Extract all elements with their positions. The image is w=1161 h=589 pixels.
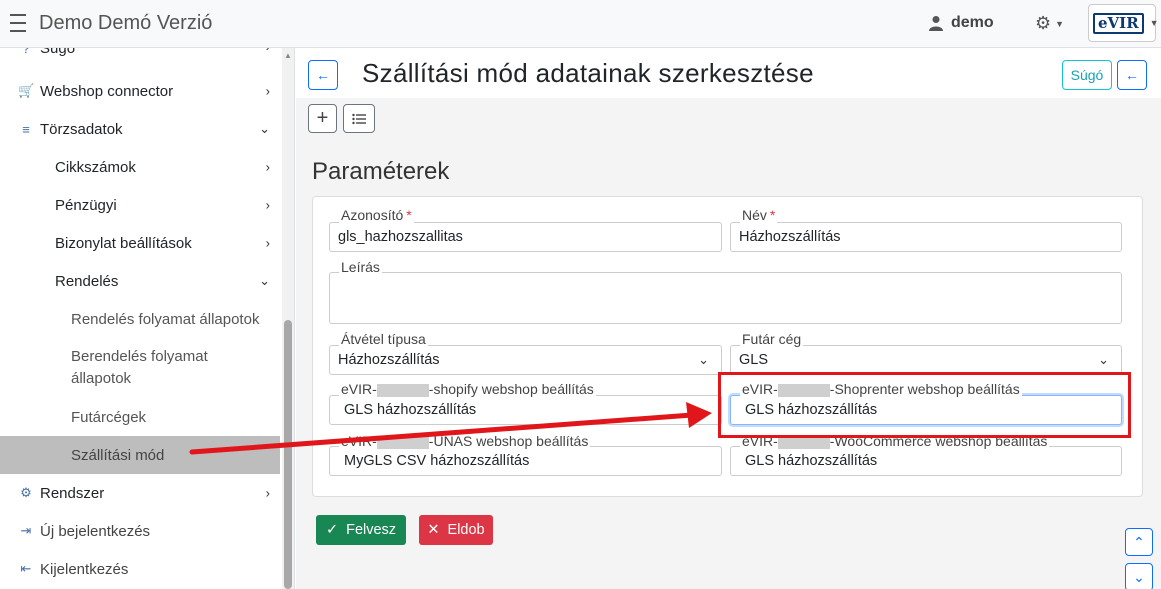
chevron-right-icon: › <box>265 485 270 501</box>
database-icon: ≡ <box>22 121 30 137</box>
sidebar: ? Súgó › 🛒 Webshop connector › ≡ Törzsad… <box>0 48 295 589</box>
courier-label: Futár cég <box>740 331 804 347</box>
help-icon: ? <box>22 48 30 56</box>
shopify-input[interactable]: GLS házhozszállítás <box>329 395 722 425</box>
description-textarea[interactable] <box>329 272 1122 324</box>
settings-menu[interactable]: ⚙ ▼ <box>1035 13 1064 34</box>
chevron-right-icon: › <box>265 83 270 99</box>
sidebar-item-order-statuses[interactable]: Rendelés folyamat állapotok <box>0 300 280 338</box>
sidebar-scrollbar[interactable]: ▲ <box>282 48 294 589</box>
user-icon <box>929 16 943 31</box>
receipt-type-select[interactable]: Házhozszállítás ⌄ <box>329 345 722 375</box>
caret-down-icon: ▼ <box>1149 18 1159 28</box>
arrow-left-icon: ← <box>1125 67 1139 83</box>
chevron-right-icon: › <box>265 197 270 213</box>
chevron-down-icon: ⌄ <box>1133 568 1145 585</box>
redacted-text <box>777 383 830 397</box>
shoprenter-label: eVIR- -Shoprenter webshop beállítás <box>740 381 1022 397</box>
sign-in-icon: ⇥ <box>20 523 32 538</box>
user-name: demo <box>951 14 994 31</box>
main-content: ← Szállítási mód adatainak szerkesztése … <box>296 48 1161 589</box>
list-button[interactable] <box>343 104 375 133</box>
save-button[interactable]: ✓ Felvesz <box>316 515 406 545</box>
help-button[interactable]: Súgó <box>1062 60 1112 90</box>
sidebar-item-document-settings[interactable]: Bizonylat beállítások › <box>0 224 280 262</box>
courier-select[interactable]: GLS ⌄ <box>730 345 1122 375</box>
sidebar-item-logout[interactable]: ⇤ Kijelentkezés <box>0 550 280 588</box>
name-input[interactable]: Házhozszállítás <box>730 222 1122 252</box>
id-input[interactable]: gls_hazhozszallitas <box>329 222 722 252</box>
back-button-right[interactable]: ← <box>1117 60 1147 90</box>
unas-input[interactable]: MyGLS CSV házhozszállítás <box>329 446 722 476</box>
name-label: Név * <box>740 207 778 223</box>
sign-out-icon: ⇤ <box>20 561 32 576</box>
chevron-down-icon: ⌄ <box>259 273 270 288</box>
sidebar-item-help[interactable]: ? Súgó › <box>0 48 280 60</box>
cogs-icon: ⚙ <box>20 485 32 500</box>
redacted-text <box>777 435 830 449</box>
arrow-left-icon: ← <box>316 67 330 83</box>
parameters-card: Azonosító * gls_hazhozszallitas Név * Házh… <box>312 196 1143 497</box>
description-label: Leírás <box>339 259 382 275</box>
sidebar-item-backorder-statuses[interactable]: Berendelés folyamat állapotok <box>0 338 280 398</box>
sidebar-item-new-login[interactable]: ⇥ Új bejelentkezés <box>0 512 280 550</box>
receipt-type-label: Átvétel típusa <box>339 331 428 347</box>
redacted-text <box>376 383 429 397</box>
shopify-label: eVIR- -shopify webshop beállítás <box>339 381 596 397</box>
sidebar-item-master-data[interactable]: ≡ Törzsadatok ⌄ <box>0 110 280 148</box>
chevron-down-icon: ⌄ <box>698 352 709 367</box>
evir-logo: eVIR <box>1093 12 1144 34</box>
shoprenter-input[interactable]: GLS házhozszállítás <box>730 395 1122 425</box>
chevron-up-icon: ⌃ <box>1133 533 1145 550</box>
sidebar-item-order[interactable]: Rendelés ⌄ <box>0 262 280 300</box>
app-title: Demo Demó Verzió <box>39 12 213 34</box>
add-button[interactable]: + <box>308 104 337 133</box>
company-switcher[interactable]: eVIR ▼ <box>1088 4 1159 42</box>
user-menu[interactable]: demo <box>928 14 994 32</box>
sidebar-item-financial[interactable]: Pénzügyi › <box>0 186 280 224</box>
caret-down-icon: ▼ <box>1055 18 1065 29</box>
unas-label: eVIR- -UNAS webshop beállítás <box>339 433 591 449</box>
list-icon <box>352 113 366 124</box>
close-icon: ✕ <box>427 522 440 538</box>
woocommerce-label: eVIR- -WooCommerce webshop beállítás <box>740 433 1050 449</box>
chevron-right-icon: › <box>266 48 270 54</box>
sidebar-item-webshop-connector[interactable]: 🛒 Webshop connector › <box>0 72 280 110</box>
top-bar: Demo Demó Verzió demo ⚙ ▼ eVIR ▼ <box>0 0 1161 48</box>
chevron-down-icon: ⌄ <box>1098 352 1109 367</box>
menu-icon[interactable] <box>10 14 26 32</box>
scroll-thumb[interactable] <box>284 320 292 589</box>
scroll-top-button[interactable]: ⌃ <box>1125 528 1153 556</box>
chevron-right-icon: › <box>265 159 270 175</box>
sidebar-item-system[interactable]: ⚙ Rendszer › <box>0 474 280 512</box>
plus-icon: + <box>316 107 329 129</box>
sidebar-item-shipping-method[interactable]: Szállítási mód <box>0 436 280 474</box>
sidebar-item-couriers[interactable]: Futárcégek <box>0 398 280 436</box>
page-header: ← Szállítási mód adatainak szerkesztése … <box>296 48 1161 98</box>
id-label: Azonosító * <box>339 207 414 223</box>
check-icon: ✓ <box>325 522 339 538</box>
redacted-text <box>376 435 429 449</box>
sidebar-item-item-numbers[interactable]: Cikkszámok › <box>0 148 280 186</box>
chevron-down-icon: ⌄ <box>259 121 270 136</box>
woocommerce-input[interactable]: GLS házhozszállítás <box>730 446 1122 476</box>
scroll-up-icon[interactable]: ▲ <box>284 51 292 60</box>
scroll-bottom-button[interactable]: ⌄ <box>1125 563 1153 589</box>
page-title: Szállítási mód adatainak szerkesztése <box>362 58 814 88</box>
discard-button[interactable]: ✕ Eldob <box>419 515 493 545</box>
gear-icon: ⚙ <box>1035 13 1052 33</box>
section-title: Paraméterek <box>312 158 450 185</box>
back-button[interactable]: ← <box>308 60 338 90</box>
cart-icon: 🛒 <box>18 83 35 98</box>
chevron-right-icon: › <box>265 235 270 251</box>
